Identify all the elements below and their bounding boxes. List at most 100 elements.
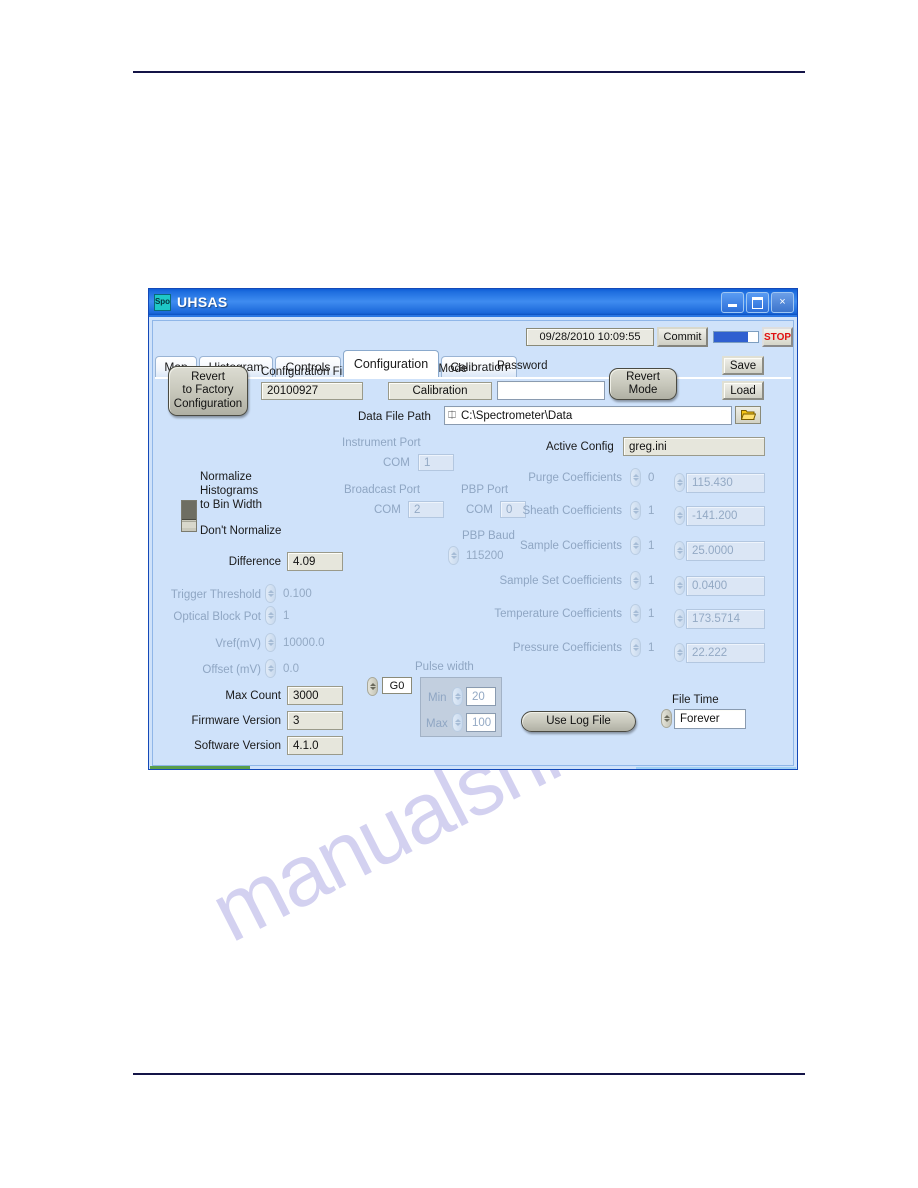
tab-configuration[interactable]: Configuration	[343, 350, 439, 377]
pressure-coefficients-value[interactable]: 22.222	[686, 643, 765, 663]
pressure-coefficients-label: Pressure Coefficients	[512, 642, 622, 654]
max-count-value: 3000	[287, 686, 343, 705]
sample-coefficients-value-spinner[interactable]	[674, 541, 685, 560]
maximize-icon[interactable]	[746, 292, 769, 313]
sheath-coefficients-value-spinner[interactable]	[674, 506, 685, 525]
gain-display: G0	[382, 677, 412, 694]
datetime-display: 09/28/2010 10:09:55	[526, 328, 654, 346]
temperature-coefficients-index-spinner[interactable]	[630, 604, 641, 623]
offset-mv-value[interactable]: 0.0	[278, 659, 344, 678]
file-time-spinner[interactable]	[661, 709, 672, 728]
firmware-version-label: Firmware Version	[191, 715, 281, 727]
sample-set-coefficients-index[interactable]: 1	[643, 571, 669, 590]
temperature-coefficients-index[interactable]: 1	[643, 604, 669, 623]
active-config-value: greg.ini	[623, 437, 765, 456]
pulse-width-min-value[interactable]: 20	[466, 687, 496, 706]
revert-factory-line-2: to Factory	[182, 384, 234, 397]
open-folder-icon[interactable]	[735, 406, 761, 424]
instrument-port-prefix: COM	[383, 457, 410, 469]
revert-mode-button[interactable]: Revert Mode	[609, 368, 677, 400]
software-version-label: Software Version	[194, 740, 281, 752]
gain-spinner[interactable]	[367, 677, 378, 696]
revert-mode-line-2: Mode	[628, 384, 658, 396]
optical-block-pot-value[interactable]: 1	[278, 606, 344, 625]
status-accent-green	[150, 766, 250, 769]
status-accent-blue	[636, 767, 796, 769]
window-titlebar: Spo UHSAS ×	[149, 289, 797, 315]
pulse-width-title: Pulse width	[415, 661, 474, 673]
firmware-version-value: 3	[287, 711, 343, 730]
pressure-coefficients-index-spinner[interactable]	[630, 638, 641, 657]
save-button[interactable]: Save	[722, 356, 764, 375]
file-time-value[interactable]: Forever	[674, 709, 746, 729]
normalize-toggle-switch[interactable]	[181, 500, 197, 532]
purge-coefficients-value-spinner[interactable]	[674, 473, 685, 492]
sample-set-coefficients-value-spinner[interactable]	[674, 576, 685, 595]
sheath-coefficients-label: Sheath Coefficients	[522, 505, 622, 517]
sample-coefficients-value[interactable]: 25.0000	[686, 541, 765, 561]
password-field[interactable]	[497, 381, 605, 400]
broadcast-port-value[interactable]: 2	[408, 501, 444, 518]
normalize-label-line-2: Histograms	[200, 485, 259, 497]
revert-factory-line-3: Configuration	[173, 397, 243, 410]
sample-set-coefficients-index-spinner[interactable]	[630, 571, 641, 590]
page-rule-top	[133, 71, 805, 73]
temperature-coefficients-value-spinner[interactable]	[674, 609, 685, 628]
sample-set-coefficients-label: Sample Set Coefficients	[499, 575, 622, 587]
trigger-threshold-value[interactable]: 0.100	[278, 584, 344, 603]
revert-mode-line-1: Revert	[626, 370, 660, 383]
purge-coefficients-index[interactable]: 0	[643, 468, 669, 487]
purge-coefficients-value[interactable]: 115.430	[686, 473, 765, 493]
instrument-port-value[interactable]: 1	[418, 454, 454, 471]
pressure-coefficients-index[interactable]: 1	[643, 638, 669, 657]
difference-label: Difference	[228, 556, 281, 568]
use-log-file-button[interactable]: Use Log File	[521, 711, 636, 732]
sheath-coefficients-value[interactable]: -141.200	[686, 506, 765, 526]
trigger-threshold-spinner[interactable]	[265, 584, 276, 603]
normalize-label-line-3: to Bin Width	[200, 499, 262, 511]
pulse-width-min-label: Min	[428, 692, 447, 704]
pulse-width-max-value[interactable]: 100	[466, 713, 496, 732]
pressure-coefficients-value-spinner[interactable]	[674, 643, 685, 662]
purge-coefficients-index-spinner[interactable]	[630, 468, 641, 487]
max-count-label: Max Count	[225, 690, 281, 702]
sample-set-coefficients-value[interactable]: 0.0400	[686, 576, 765, 596]
sample-coefficients-index[interactable]: 1	[643, 536, 669, 555]
pbp-baud-spinner[interactable]	[448, 546, 459, 565]
tab-strip: Map Histogram Controls Configuration Cal…	[155, 350, 791, 377]
vref-mv-value[interactable]: 10000.0	[278, 633, 344, 652]
sheath-coefficients-index-spinner[interactable]	[630, 501, 641, 520]
folder-glyph	[740, 410, 756, 420]
sample-coefficients-index-spinner[interactable]	[630, 536, 641, 555]
stop-button[interactable]: STOP	[762, 327, 793, 347]
vref-mv-spinner[interactable]	[265, 633, 276, 652]
user-mode-value: Calibration	[388, 382, 492, 400]
temperature-coefficients-label: Temperature Coefficients	[494, 608, 622, 620]
normalize-switch-slot	[182, 521, 196, 528]
temperature-coefficients-value[interactable]: 173.5714	[686, 609, 765, 629]
pulse-width-max-spinner[interactable]	[452, 713, 463, 732]
vref-mv-label: Vref(mV)	[215, 638, 261, 650]
progress-bar	[713, 331, 759, 343]
load-button[interactable]: Load	[722, 381, 764, 400]
commit-button[interactable]: Commit	[657, 327, 708, 347]
offset-mv-label: Offset (mV)	[202, 664, 261, 676]
offset-mv-spinner[interactable]	[265, 659, 276, 678]
minimize-icon[interactable]	[721, 292, 744, 313]
sample-coefficients-label: Sample Coefficients	[519, 540, 622, 552]
revert-factory-line-1: Revert	[191, 371, 225, 384]
revert-to-factory-configuration-button[interactable]: Revert to Factory Configuration	[168, 366, 248, 416]
page-rule-bottom	[133, 1073, 805, 1075]
purge-coefficients-label: Purge Coefficients	[528, 472, 622, 484]
progress-bar-fill	[714, 332, 749, 342]
optical-block-pot-label: Optical Block Pot	[173, 611, 261, 623]
close-icon[interactable]: ×	[771, 292, 794, 313]
optical-block-pot-spinner[interactable]	[265, 606, 276, 625]
file-time-label: File Time	[672, 694, 719, 706]
sheath-coefficients-index[interactable]: 1	[643, 501, 669, 520]
dont-normalize-label: Don't Normalize	[200, 525, 282, 537]
broadcast-port-label: Broadcast Port	[344, 484, 421, 496]
path-browse-icon: ⎅	[448, 410, 456, 421]
pulse-width-min-spinner[interactable]	[452, 687, 463, 706]
data-file-path-field[interactable]: C:\Spectrometer\Data	[444, 406, 732, 425]
